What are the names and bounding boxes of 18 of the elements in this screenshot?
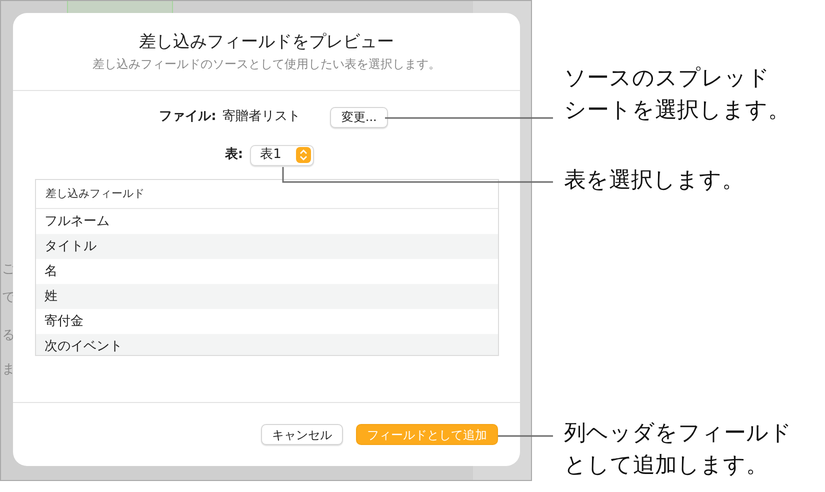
dialog-subtitle: 差し込みフィールドのソースとして使用したい表を選択します。 <box>92 56 440 73</box>
cancel-button[interactable]: キャンセル <box>261 424 343 445</box>
list-row: 姓 <box>36 284 498 309</box>
callout-text: 列ヘッダをフィールド として追加します。 <box>564 420 792 480</box>
background-text: る <box>2 329 15 342</box>
list-row: 次のイベント <box>36 334 498 355</box>
callout-text: 表を選択します。 <box>564 167 744 195</box>
table-popup[interactable]: 表1 <box>250 144 314 166</box>
callout-text: ソースのスプレッド シートを選択します。 <box>564 65 790 125</box>
leader-line <box>498 435 553 437</box>
stepper-icon <box>296 147 312 163</box>
background-text: ま <box>2 363 15 376</box>
change-button[interactable]: 変更... <box>330 106 388 128</box>
dialog-title: 差し込みフィールドをプレビュー <box>139 31 394 54</box>
file-name: 寄贈者リスト <box>222 108 300 126</box>
list-row: タイトル <box>36 234 498 259</box>
table-label: 表: <box>224 146 244 164</box>
file-label: ファイル: <box>159 108 216 126</box>
